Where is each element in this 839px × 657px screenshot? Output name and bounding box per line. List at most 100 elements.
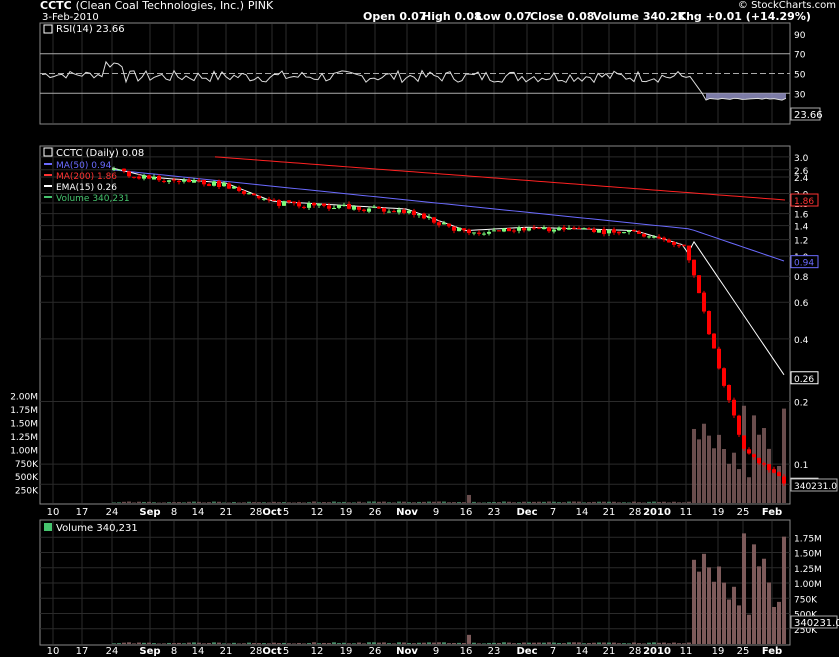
volume-bar: [402, 642, 406, 644]
price-legend-item: MA(200) 1.86: [56, 172, 117, 182]
volume-bar: [307, 643, 311, 644]
volume-bar: [672, 642, 676, 644]
candle-body: [607, 229, 611, 234]
rsi-legend: RSI(14) 23.66: [56, 24, 125, 35]
candle-body: [287, 200, 291, 203]
overlay-volume-bar: [117, 502, 121, 503]
rsi-value-text: 23.66: [794, 110, 823, 121]
x-tick-label: 28: [629, 646, 642, 657]
overlay-volume-bar: [737, 469, 741, 503]
volume-bar: [517, 643, 521, 644]
price-tick-label: 0.4: [794, 336, 809, 346]
candle-body: [617, 231, 621, 234]
candle-body: [602, 229, 606, 235]
x-tick-label: Oct: [262, 507, 281, 518]
overlay-volume-bar: [332, 501, 336, 503]
candle-body: [572, 227, 576, 229]
overlay-volume-bar: [637, 502, 641, 503]
overlay-volume-bar: [707, 435, 711, 503]
candle-body: [767, 464, 771, 471]
volume-bar: [557, 642, 561, 644]
overlay-volume-bar: [127, 501, 131, 503]
overlay-volume-bar: [697, 439, 701, 503]
candle-body: [212, 181, 216, 186]
candle-body: [352, 206, 356, 210]
overlay-volume-bar: [297, 502, 301, 503]
candle-body: [772, 469, 776, 473]
candle-body: [657, 236, 661, 239]
volume-bar: [737, 605, 741, 644]
overlay-volume-bar: [382, 501, 386, 503]
volume-bar: [442, 642, 446, 644]
volume-tick-label: 1.25M: [794, 565, 822, 575]
overlay-volume-bar: [592, 501, 596, 503]
candle-body: [442, 222, 446, 225]
candle-body: [642, 234, 646, 237]
symbol-title: CCTC (Clean Coal Technologies, Inc.) PIN…: [40, 0, 274, 12]
stock-chart: CCTC (Clean Coal Technologies, Inc.) PIN…: [10, 0, 839, 657]
x-tick-label: Nov: [396, 507, 418, 518]
x-tick-label: 11: [680, 646, 693, 657]
volume-bar: [492, 642, 496, 644]
candle-body: [392, 211, 396, 213]
volume-bar: [722, 582, 726, 644]
x-tick-label: Sep: [139, 507, 160, 518]
volume-bar: [652, 642, 656, 644]
volume-bar: [292, 643, 296, 644]
candle-body: [332, 208, 336, 210]
x-tick-label: 11: [680, 507, 693, 518]
overlay-volume-bar: [402, 501, 406, 503]
overlay-volume-bar: [582, 502, 586, 503]
candle-body: [692, 259, 696, 276]
volume-bar: [312, 642, 316, 644]
volume-tick-label: 1.00M: [10, 446, 38, 456]
overlay-volume-bar: [162, 502, 166, 503]
candle-body: [707, 311, 711, 335]
volume-bar: [457, 642, 461, 644]
overlay-volume-bar: [452, 502, 456, 503]
overlay-volume-bar: [542, 501, 546, 503]
candle-body: [347, 204, 351, 209]
volume-bar: [347, 643, 351, 644]
candle-body: [697, 275, 701, 294]
volume-bar: [337, 643, 341, 644]
volume-tick-label: 1.75M: [794, 534, 822, 544]
volume-bar: [397, 642, 401, 644]
volume-bar: [777, 601, 781, 644]
overlay-volume-bar: [522, 501, 526, 503]
rsi-tick-label: 70: [794, 51, 806, 61]
price-tick-label: 0.6: [794, 299, 809, 309]
volume-bar: [422, 642, 426, 644]
volume-tick-label: 2.00M: [10, 393, 38, 403]
overlay-volume-bar: [252, 502, 256, 503]
x-tick-label: 23: [488, 646, 501, 657]
volume-bar: [142, 642, 146, 644]
volume-bar: [732, 586, 736, 644]
x-tick-label: 26: [369, 646, 382, 657]
candle-body: [247, 193, 251, 195]
volume-bar: [282, 642, 286, 644]
candle-body: [477, 232, 481, 234]
overlay-volume-bar: [357, 501, 361, 503]
overlay-volume-bar: [547, 501, 551, 503]
volume-bar: [412, 643, 416, 644]
x-tick-label: 9: [433, 646, 439, 657]
candle-body: [127, 171, 131, 177]
overlay-volume-bar: [247, 501, 251, 503]
overlay-volume-bar: [337, 502, 341, 503]
volume-bar: [752, 544, 756, 644]
candle-body: [542, 227, 546, 230]
overlay-volume-bar: [627, 502, 631, 503]
overlay-volume-bar: [272, 501, 276, 503]
volume-bar: [702, 553, 706, 644]
price-tick-label: 2.4: [794, 174, 809, 184]
overlay-volume-bar: [417, 501, 421, 503]
candle-body: [327, 205, 331, 209]
volume-bar: [317, 643, 321, 644]
overlay-volume-bar: [202, 502, 206, 503]
quote-chg: Chg +0.01 (+14.29%): [678, 10, 811, 23]
volume-bar: [262, 643, 266, 644]
volume-bar: [532, 642, 536, 644]
overlay-volume-bar: [377, 501, 381, 503]
volume-bar: [602, 642, 606, 644]
